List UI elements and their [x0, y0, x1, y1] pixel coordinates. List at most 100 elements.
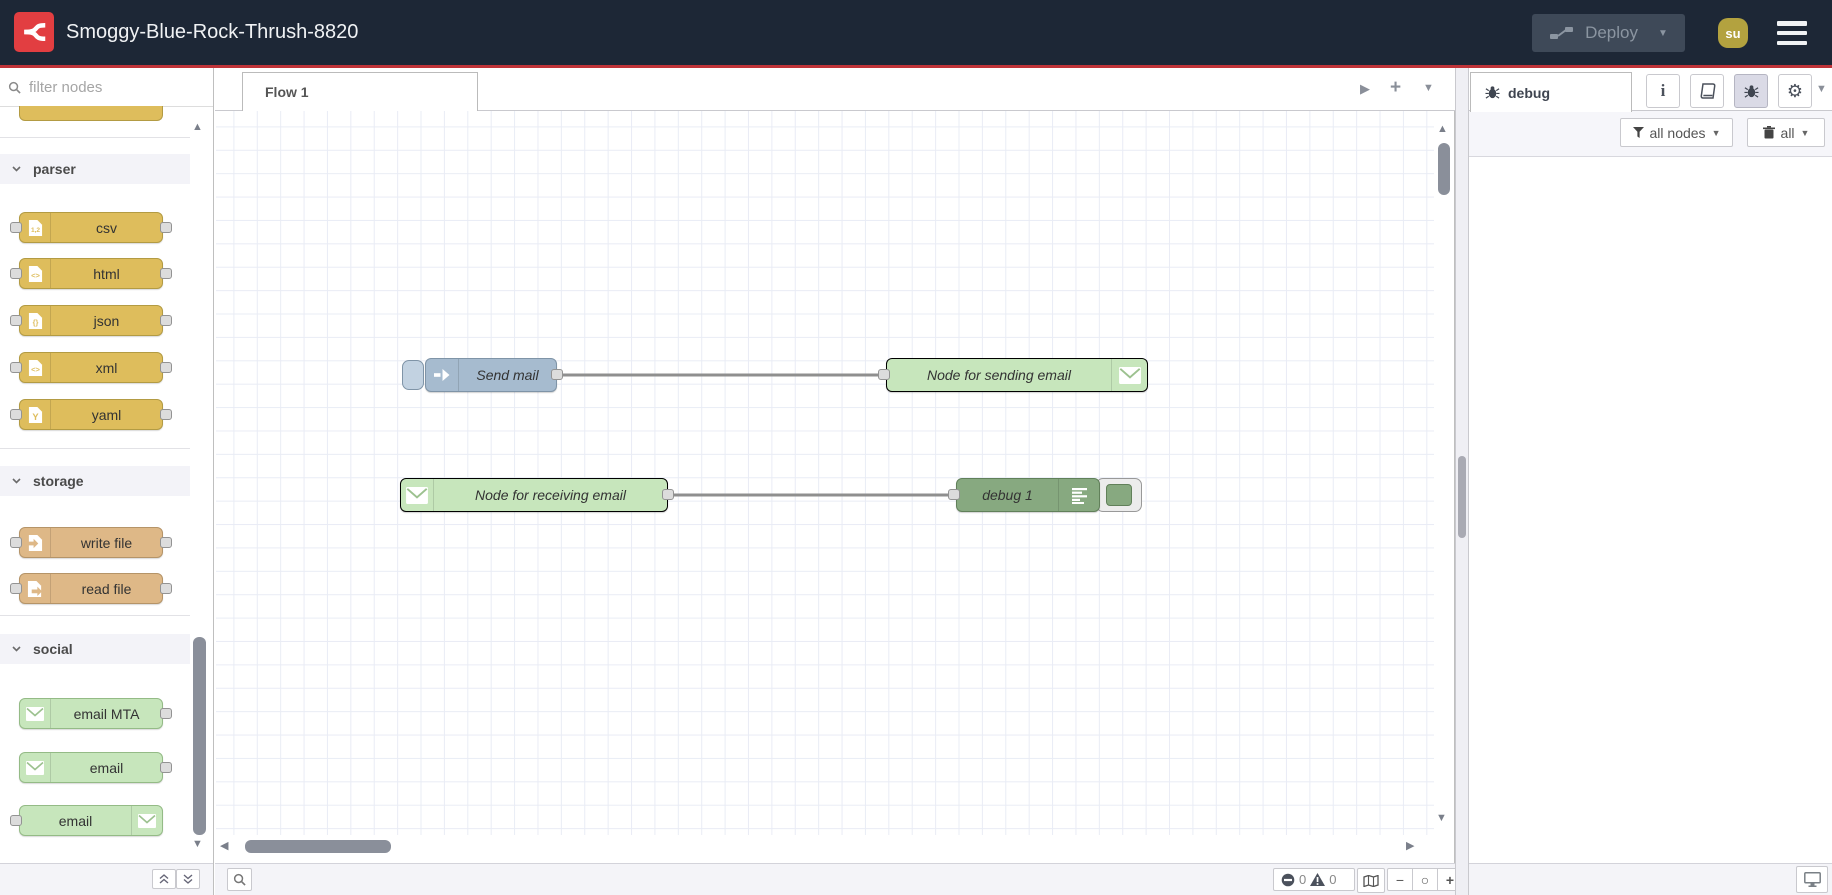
help-tab-button[interactable] [1690, 74, 1724, 108]
port[interactable] [10, 409, 22, 420]
palette-node-email-mta[interactable]: email MTA [19, 698, 163, 729]
navigator-button[interactable] [1357, 868, 1385, 893]
canvas-scroll-up-icon[interactable]: ▲ [1437, 124, 1448, 135]
palette-category-storage[interactable]: storage [0, 466, 190, 496]
collapse-all-button[interactable] [152, 869, 176, 889]
tab-debug[interactable]: debug [1470, 72, 1632, 112]
palette-node-read-file[interactable]: read file [19, 573, 163, 604]
debug-tab-button[interactable] [1734, 74, 1768, 108]
funnel-icon [1632, 127, 1644, 138]
palette-scroll-up-icon[interactable]: ▲ [192, 122, 203, 133]
canvas-scroll-down-icon[interactable]: ▼ [1436, 813, 1447, 824]
search-icon [233, 873, 246, 886]
svg-text:{}: {} [32, 318, 38, 327]
node-debug-1[interactable]: debug 1 [956, 478, 1100, 512]
add-flow-icon[interactable]: + [1390, 77, 1401, 99]
user-avatar[interactable]: su [1718, 18, 1748, 48]
palette-node-email-in[interactable]: email [19, 752, 163, 783]
canvas-hscrollbar-thumb[interactable] [245, 840, 391, 853]
open-debug-window-button[interactable] [1796, 866, 1828, 893]
chevron-down-icon: ▼ [1711, 127, 1721, 138]
node-red-app: Smoggy-Blue-Rock-Thrush-8820 Deploy ▼ su… [0, 0, 1832, 895]
sidebar-footer [1469, 863, 1832, 895]
bug-icon [1485, 86, 1500, 99]
file-export-icon [20, 574, 51, 603]
port[interactable] [160, 222, 172, 233]
file-code-icon: <> [20, 353, 51, 382]
port[interactable] [160, 708, 172, 719]
port[interactable] [160, 362, 172, 373]
node-send-mail[interactable]: Send mail [425, 358, 557, 392]
port[interactable] [160, 583, 172, 594]
debug-filter-button[interactable]: all nodes ▼ [1620, 118, 1733, 147]
svg-text:Y: Y [32, 412, 39, 422]
port[interactable] [10, 583, 22, 594]
filter-nodes-input[interactable] [27, 77, 191, 97]
flow-list-icon[interactable]: ▶ [1360, 81, 1370, 97]
info-tab-button[interactable]: i [1646, 74, 1680, 108]
port[interactable] [160, 315, 172, 326]
node-receiving-email[interactable]: Node for receiving email [400, 478, 668, 512]
palette-node-html[interactable]: <> html [19, 258, 163, 289]
debug-toggle-state [1106, 484, 1132, 506]
canvas-search-button[interactable] [227, 868, 252, 891]
canvas-vscrollbar-thumb[interactable] [1438, 143, 1450, 195]
port[interactable] [10, 268, 22, 279]
port[interactable] [10, 537, 22, 548]
deploy-icon [1550, 27, 1574, 39]
chevron-down-icon [12, 646, 21, 652]
palette-search[interactable] [0, 68, 213, 107]
zoom-reset-button[interactable]: ○ [1413, 869, 1438, 890]
output-port[interactable] [662, 489, 674, 500]
port[interactable] [160, 762, 172, 773]
port[interactable] [10, 362, 22, 373]
input-port[interactable] [878, 369, 890, 380]
palette-node-json[interactable]: {} json [19, 305, 163, 336]
port[interactable] [10, 315, 22, 326]
palette-node-email-out[interactable]: email [19, 805, 163, 836]
file-json-icon: {} [20, 306, 51, 335]
palette-node-yaml[interactable]: Y yaml [19, 399, 163, 430]
zoom-controls: − ○ + [1387, 868, 1463, 891]
settings-tab-button[interactable]: ⚙ [1778, 74, 1812, 108]
splitter-handle[interactable] [1458, 456, 1466, 538]
node-sending-email[interactable]: Node for sending email [886, 358, 1148, 392]
flow-menu-chevron-icon[interactable]: ▼ [1423, 82, 1434, 94]
palette-node-write-file[interactable]: write file [19, 527, 163, 558]
zoom-out-button[interactable]: − [1388, 869, 1413, 890]
palette-node-csv[interactable]: 1,2 csv [19, 212, 163, 243]
output-port[interactable] [551, 369, 563, 380]
palette-scrollbar-thumb[interactable] [193, 637, 206, 835]
input-port[interactable] [948, 489, 960, 500]
sidebar-menu-chevron-icon[interactable]: ▼ [1816, 83, 1827, 95]
expand-all-button[interactable] [176, 869, 200, 889]
file-yaml-icon: Y [20, 400, 51, 429]
deploy-chevron-icon[interactable]: ▼ [1648, 28, 1668, 39]
bug-icon [1743, 84, 1759, 98]
port[interactable] [10, 815, 22, 826]
port[interactable] [160, 537, 172, 548]
monitor-icon [1803, 872, 1821, 887]
wires-layer [562, 373, 952, 497]
status-counts: 0 0 [1273, 868, 1355, 891]
main-menu-icon[interactable] [1777, 21, 1807, 45]
palette-scroll-down-icon[interactable]: ▼ [192, 839, 203, 850]
inject-arrow-icon [426, 359, 459, 391]
canvas-scroll-right-icon[interactable]: ▶ [1406, 841, 1414, 852]
inject-button[interactable] [402, 360, 424, 390]
port[interactable] [160, 268, 172, 279]
palette-category-parser[interactable]: parser [0, 154, 190, 184]
port[interactable] [160, 409, 172, 420]
page-title: Smoggy-Blue-Rock-Thrush-8820 [66, 21, 359, 43]
deploy-button[interactable]: Deploy ▼ [1532, 14, 1685, 52]
envelope-icon [20, 699, 51, 728]
chevron-down-icon [12, 166, 21, 172]
palette-node-partial[interactable] [19, 106, 163, 121]
port[interactable] [10, 222, 22, 233]
svg-text:1,2: 1,2 [30, 227, 39, 234]
tab-flow-1[interactable]: Flow 1 [242, 72, 478, 111]
palette-category-social[interactable]: social [0, 634, 190, 664]
debug-clear-button[interactable]: all ▼ [1747, 118, 1825, 147]
canvas-scroll-left-icon[interactable]: ◀ [220, 841, 228, 852]
palette-node-xml[interactable]: <> xml [19, 352, 163, 383]
